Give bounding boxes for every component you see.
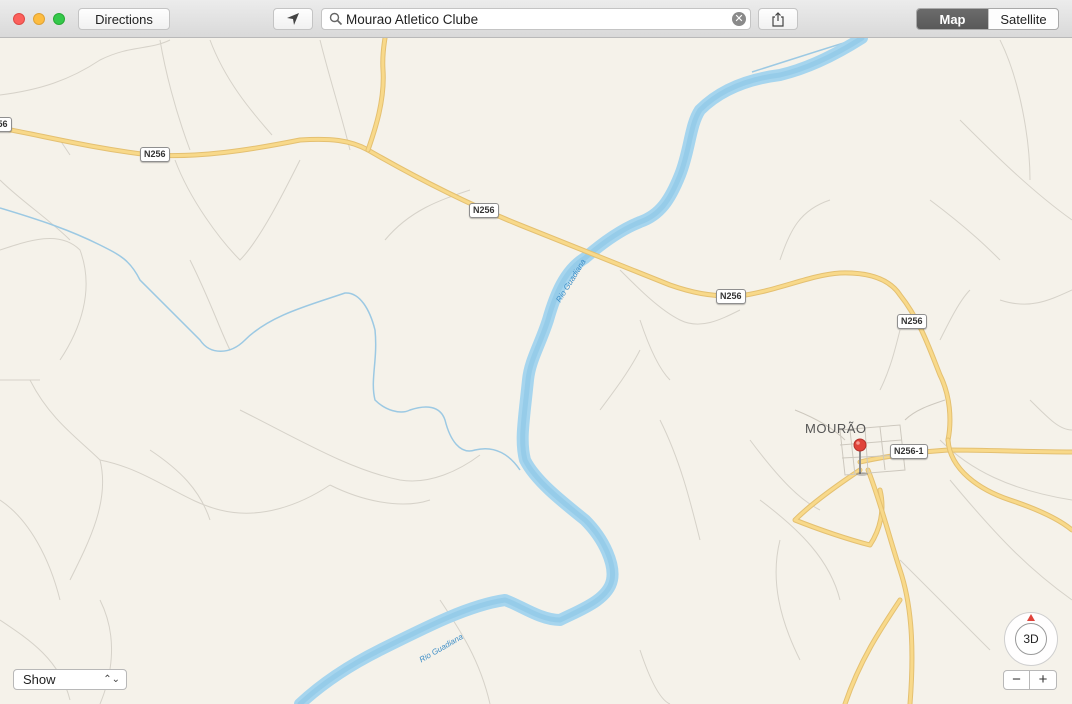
road-shield: N256 — [897, 314, 927, 329]
window-toolbar: Directions ✕ Map Satellite — [0, 0, 1072, 38]
current-location-button[interactable] — [273, 8, 313, 30]
3d-button[interactable]: 3D — [1015, 623, 1047, 655]
close-window-button[interactable] — [13, 13, 25, 25]
chevron-updown-icon: ⌃⌄ — [103, 674, 120, 685]
north-arrow-icon — [1027, 614, 1035, 621]
compass-control[interactable]: 3D — [1004, 612, 1058, 666]
minimize-window-button[interactable] — [33, 13, 45, 25]
search-field[interactable]: ✕ — [321, 8, 751, 30]
show-label: Show — [23, 672, 56, 687]
show-dropdown[interactable]: Show ⌃⌄ — [13, 669, 127, 690]
map-graphics — [0, 38, 1072, 704]
town-streets — [794, 399, 946, 476]
directions-button[interactable]: Directions — [78, 8, 170, 30]
search-input[interactable] — [346, 10, 726, 28]
view-mode-selector: Map Satellite — [916, 8, 1059, 30]
zoom-out-button[interactable]: − — [1003, 670, 1030, 690]
satellite-view-tab[interactable]: Satellite — [988, 9, 1058, 29]
location-pin-icon[interactable] — [850, 438, 870, 478]
town-label: MOURÃO — [805, 421, 867, 436]
zoom-in-button[interactable]: + — [1030, 670, 1057, 690]
map-view-tab[interactable]: Map — [917, 9, 988, 29]
search-icon — [329, 12, 343, 26]
minor-roads — [0, 39, 1072, 704]
streams — [0, 38, 861, 471]
road-shield: N256-1 — [890, 444, 928, 459]
location-arrow-icon — [287, 13, 299, 25]
major-roads — [0, 38, 1072, 704]
map-canvas[interactable]: N256 N256 N256 N256 N256-1 N256 MOURÃO R… — [0, 38, 1072, 704]
road-shield: N256 — [716, 289, 746, 304]
zoom-window-button[interactable] — [53, 13, 65, 25]
share-button[interactable] — [758, 8, 798, 30]
river-guadiana — [294, 38, 868, 704]
road-shield: N256 — [140, 147, 170, 162]
road-shield: N256 — [469, 203, 499, 218]
share-icon — [772, 11, 784, 27]
clear-search-icon[interactable]: ✕ — [732, 12, 746, 26]
road-shield-partial: N256 — [0, 117, 12, 132]
